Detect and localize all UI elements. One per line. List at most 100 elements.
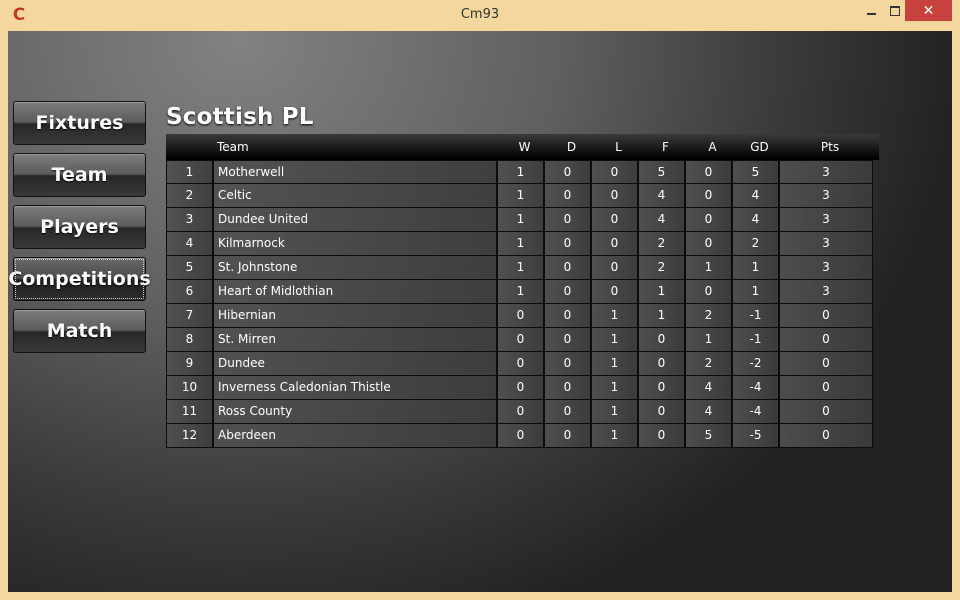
column-header-draws[interactable]: D [548, 140, 595, 154]
table-row[interactable]: 11 Ross County 0 0 1 0 4 -4 0 [166, 400, 879, 424]
cell-goals-against: 0 [685, 160, 732, 184]
cell-goals-against: 5 [685, 424, 732, 448]
fixtures-button[interactable]: Fixtures [13, 101, 146, 145]
cell-team: Dundee United [213, 208, 497, 232]
cell-team: Hibernian [213, 304, 497, 328]
cell-goals-against: 4 [685, 400, 732, 424]
cell-position: 2 [166, 184, 213, 208]
table-row[interactable]: 6 Heart of Midlothian 1 0 0 1 0 1 3 [166, 280, 879, 304]
cell-goal-difference: -1 [732, 304, 779, 328]
cell-points: 0 [779, 400, 873, 424]
cell-draws: 0 [544, 424, 591, 448]
table-row[interactable]: 4 Kilmarnock 1 0 0 2 0 2 3 [166, 232, 879, 256]
column-header-goals-against[interactable]: A [689, 140, 736, 154]
competitions-button[interactable]: Competitions [8, 257, 151, 301]
cell-position: 3 [166, 208, 213, 232]
cell-team: Celtic [213, 184, 497, 208]
column-header-goals-for[interactable]: F [642, 140, 689, 154]
cell-team: Aberdeen [213, 424, 497, 448]
column-header-points[interactable]: Pts [783, 140, 877, 154]
cell-goals-against: 1 [685, 328, 732, 352]
cell-team: Inverness Caledonian Thistle [213, 376, 497, 400]
table-row[interactable]: 1 Motherwell 1 0 0 5 0 5 3 [166, 160, 879, 184]
table-row[interactable]: 10 Inverness Caledonian Thistle 0 0 1 0 4 -4 0 [166, 376, 879, 400]
navigation-menu: Fixtures Team Players Competitions Match [8, 101, 151, 361]
nav-button-label: Competitions [8, 268, 151, 290]
cell-points: 3 [779, 256, 873, 280]
cell-losses: 0 [591, 208, 638, 232]
table-row[interactable]: 12 Aberdeen 0 0 1 0 5 -5 0 [166, 424, 879, 448]
cell-points: 0 [779, 304, 873, 328]
cell-goals-against: 2 [685, 352, 732, 376]
app-logo-icon: C [12, 5, 26, 25]
cell-position: 1 [166, 160, 213, 184]
close-button[interactable]: ✕ [905, 0, 952, 21]
cell-draws: 0 [544, 328, 591, 352]
cell-losses: 0 [591, 184, 638, 208]
table-row[interactable]: 8 St. Mirren 0 0 1 0 1 -1 0 [166, 328, 879, 352]
close-icon: ✕ [922, 2, 935, 19]
cell-losses: 0 [591, 256, 638, 280]
column-header-goal-difference[interactable]: GD [736, 140, 783, 154]
cell-goals-against: 0 [685, 232, 732, 256]
cell-team: Heart of Midlothian [213, 280, 497, 304]
column-header-losses[interactable]: L [595, 140, 642, 154]
table-row[interactable]: 2 Celtic 1 0 0 4 0 4 3 [166, 184, 879, 208]
table-header: Team W D L F A GD Pts [166, 134, 879, 160]
cell-wins: 1 [497, 280, 544, 304]
cell-draws: 0 [544, 184, 591, 208]
cell-wins: 0 [497, 328, 544, 352]
cell-goals-against: 0 [685, 208, 732, 232]
cell-wins: 0 [497, 376, 544, 400]
cell-goal-difference: 2 [732, 232, 779, 256]
column-header-wins[interactable]: W [501, 140, 548, 154]
cell-losses: 1 [591, 304, 638, 328]
column-header-team[interactable]: Team [213, 140, 501, 154]
match-button[interactable]: Match [13, 309, 146, 353]
cell-draws: 0 [544, 352, 591, 376]
cell-position: 5 [166, 256, 213, 280]
cell-team: Ross County [213, 400, 497, 424]
title-bar: C Cm93 ✕ [0, 0, 960, 30]
cell-goals-against: 2 [685, 304, 732, 328]
cell-team: St. Mirren [213, 328, 497, 352]
cell-losses: 1 [591, 400, 638, 424]
cell-wins: 1 [497, 184, 544, 208]
cell-goals-for: 5 [638, 160, 685, 184]
cell-team: Kilmarnock [213, 232, 497, 256]
nav-button-label: Players [40, 216, 119, 238]
cell-goals-for: 2 [638, 232, 685, 256]
cell-losses: 1 [591, 352, 638, 376]
cell-position: 4 [166, 232, 213, 256]
table-row[interactable]: 9 Dundee 0 0 1 0 2 -2 0 [166, 352, 879, 376]
cell-goal-difference: 1 [732, 280, 779, 304]
cell-team: St. Johnstone [213, 256, 497, 280]
cell-team: Motherwell [213, 160, 497, 184]
maximize-icon [890, 6, 900, 16]
window-title: Cm93 [460, 7, 500, 22]
table-row[interactable]: 3 Dundee United 1 0 0 4 0 4 3 [166, 208, 879, 232]
cell-goal-difference: 1 [732, 256, 779, 280]
table-row[interactable]: 7 Hibernian 0 0 1 1 2 -1 0 [166, 304, 879, 328]
cell-position: 7 [166, 304, 213, 328]
cell-points: 3 [779, 280, 873, 304]
cell-losses: 1 [591, 424, 638, 448]
cell-points: 3 [779, 208, 873, 232]
cell-draws: 0 [544, 256, 591, 280]
cell-position: 6 [166, 280, 213, 304]
players-button[interactable]: Players [13, 205, 146, 249]
team-button[interactable]: Team [13, 153, 146, 197]
cell-points: 3 [779, 232, 873, 256]
minimize-icon [866, 13, 876, 15]
cell-goal-difference: 4 [732, 184, 779, 208]
cell-wins: 0 [497, 424, 544, 448]
nav-button-label: Fixtures [35, 112, 124, 134]
cell-position: 11 [166, 400, 213, 424]
cell-position: 12 [166, 424, 213, 448]
table-row[interactable]: 5 St. Johnstone 1 0 0 2 1 1 3 [166, 256, 879, 280]
cell-points: 0 [779, 376, 873, 400]
main-content: Fixtures Team Players Competitions Match… [8, 31, 952, 592]
cell-points: 3 [779, 160, 873, 184]
cell-goals-against: 0 [685, 280, 732, 304]
cell-losses: 1 [591, 328, 638, 352]
